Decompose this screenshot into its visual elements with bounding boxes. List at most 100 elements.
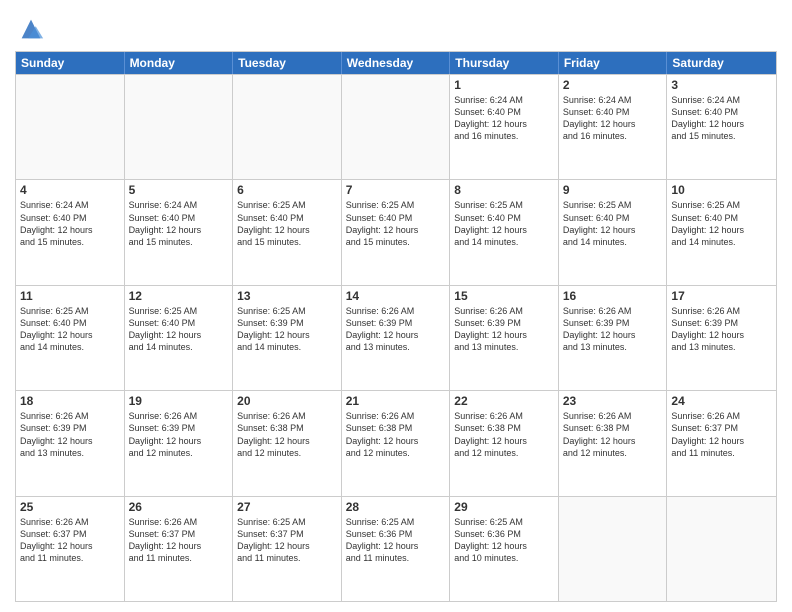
day-info: Sunrise: 6:26 AM Sunset: 6:39 PM Dayligh… [563, 305, 663, 354]
calendar-header-row: SundayMondayTuesdayWednesdayThursdayFrid… [16, 52, 776, 74]
day-number: 5 [129, 183, 229, 197]
day-number: 29 [454, 500, 554, 514]
day-number: 6 [237, 183, 337, 197]
day-info: Sunrise: 6:25 AM Sunset: 6:40 PM Dayligh… [454, 199, 554, 248]
day-number: 20 [237, 394, 337, 408]
day-number: 10 [671, 183, 772, 197]
day-info: Sunrise: 6:26 AM Sunset: 6:38 PM Dayligh… [454, 410, 554, 459]
day-number: 8 [454, 183, 554, 197]
day-info: Sunrise: 6:26 AM Sunset: 6:39 PM Dayligh… [671, 305, 772, 354]
calendar-cell-empty [559, 497, 668, 601]
calendar-cell: 16 Sunrise: 6:26 AM Sunset: 6:39 PM Dayli… [559, 286, 668, 390]
calendar-cell: 13 Sunrise: 6:25 AM Sunset: 6:39 PM Dayli… [233, 286, 342, 390]
day-number: 21 [346, 394, 446, 408]
calendar-cell: 19Sunrise: 6:26 AM Sunset: 6:39 PM Dayli… [125, 391, 234, 495]
calendar-cell: 4Sunrise: 6:24 AM Sunset: 6:40 PM Daylig… [16, 180, 125, 284]
calendar-cell-empty [667, 497, 776, 601]
day-number: 1 [454, 78, 554, 92]
calendar-cell: 21 Sunrise: 6:26 AM Sunset: 6:38 PM Dayli… [342, 391, 451, 495]
calendar-cell: 23 Sunrise: 6:26 AM Sunset: 6:38 PM Dayli… [559, 391, 668, 495]
calendar-header-cell: Tuesday [233, 52, 342, 74]
day-number: 9 [563, 183, 663, 197]
day-info: Sunrise: 6:26 AM Sunset: 6:37 PM Dayligh… [20, 516, 120, 565]
calendar-week-row: 18 Sunrise: 6:26 AM Sunset: 6:39 PM Dayli… [16, 390, 776, 495]
day-number: 22 [454, 394, 554, 408]
calendar-week-row: 1 Sunrise: 6:24 AM Sunset: 6:40 PM Daylig… [16, 74, 776, 179]
day-number: 26 [129, 500, 229, 514]
day-info: Sunrise: 6:24 AM Sunset: 6:40 PM Dayligh… [129, 199, 229, 248]
day-info: Sunrise: 6:26 AM Sunset: 6:38 PM Dayligh… [563, 410, 663, 459]
day-info: Sunrise: 6:25 AM Sunset: 6:40 PM Dayligh… [237, 199, 337, 248]
calendar-header-cell: Sunday [16, 52, 125, 74]
day-info: Sunrise: 6:26 AM Sunset: 6:39 PM Dayligh… [346, 305, 446, 354]
calendar-cell: 22 Sunrise: 6:26 AM Sunset: 6:38 PM Dayli… [450, 391, 559, 495]
day-number: 7 [346, 183, 446, 197]
day-info: Sunrise: 6:25 AM Sunset: 6:36 PM Dayligh… [346, 516, 446, 565]
calendar-cell: 9 Sunrise: 6:25 AM Sunset: 6:40 PM Daylig… [559, 180, 668, 284]
day-info: Sunrise: 6:25 AM Sunset: 6:36 PM Dayligh… [454, 516, 554, 565]
day-number: 25 [20, 500, 120, 514]
calendar-week-row: 11 Sunrise: 6:25 AM Sunset: 6:40 PM Dayli… [16, 285, 776, 390]
calendar-cell: 29 Sunrise: 6:25 AM Sunset: 6:36 PM Dayli… [450, 497, 559, 601]
calendar-header-cell: Friday [559, 52, 668, 74]
logo-icon [17, 15, 45, 43]
day-number: 16 [563, 289, 663, 303]
calendar-header-cell: Wednesday [342, 52, 451, 74]
calendar-cell: 14 Sunrise: 6:26 AM Sunset: 6:39 PM Dayli… [342, 286, 451, 390]
calendar-cell: 17Sunrise: 6:26 AM Sunset: 6:39 PM Dayli… [667, 286, 776, 390]
calendar-cell: 7 Sunrise: 6:25 AM Sunset: 6:40 PM Daylig… [342, 180, 451, 284]
calendar-cell: 15Sunrise: 6:26 AM Sunset: 6:39 PM Dayli… [450, 286, 559, 390]
day-info: Sunrise: 6:26 AM Sunset: 6:39 PM Dayligh… [20, 410, 120, 459]
day-number: 12 [129, 289, 229, 303]
day-info: Sunrise: 6:25 AM Sunset: 6:40 PM Dayligh… [671, 199, 772, 248]
calendar-cell: 2 Sunrise: 6:24 AM Sunset: 6:40 PM Daylig… [559, 75, 668, 179]
day-info: Sunrise: 6:25 AM Sunset: 6:40 PM Dayligh… [563, 199, 663, 248]
day-info: Sunrise: 6:25 AM Sunset: 6:39 PM Dayligh… [237, 305, 337, 354]
day-info: Sunrise: 6:26 AM Sunset: 6:39 PM Dayligh… [454, 305, 554, 354]
calendar-cell: 12 Sunrise: 6:25 AM Sunset: 6:40 PM Dayli… [125, 286, 234, 390]
day-info: Sunrise: 6:24 AM Sunset: 6:40 PM Dayligh… [563, 94, 663, 143]
calendar-cell: 11Sunrise: 6:25 AM Sunset: 6:40 PM Dayli… [16, 286, 125, 390]
day-info: Sunrise: 6:24 AM Sunset: 6:40 PM Dayligh… [671, 94, 772, 143]
calendar-cell: 28 Sunrise: 6:25 AM Sunset: 6:36 PM Dayli… [342, 497, 451, 601]
header [15, 15, 777, 43]
calendar-cell: 10 Sunrise: 6:25 AM Sunset: 6:40 PM Dayli… [667, 180, 776, 284]
day-info: Sunrise: 6:26 AM Sunset: 6:38 PM Dayligh… [346, 410, 446, 459]
calendar-cell: 18 Sunrise: 6:26 AM Sunset: 6:39 PM Dayli… [16, 391, 125, 495]
calendar-header-cell: Saturday [667, 52, 776, 74]
day-info: Sunrise: 6:25 AM Sunset: 6:37 PM Dayligh… [237, 516, 337, 565]
day-number: 28 [346, 500, 446, 514]
day-number: 14 [346, 289, 446, 303]
logo [15, 15, 45, 43]
day-info: Sunrise: 6:26 AM Sunset: 6:39 PM Dayligh… [129, 410, 229, 459]
calendar-cell-empty [16, 75, 125, 179]
calendar-cell-empty [233, 75, 342, 179]
day-number: 4 [20, 183, 120, 197]
day-number: 18 [20, 394, 120, 408]
day-info: Sunrise: 6:26 AM Sunset: 6:37 PM Dayligh… [129, 516, 229, 565]
day-number: 2 [563, 78, 663, 92]
day-info: Sunrise: 6:24 AM Sunset: 6:40 PM Dayligh… [454, 94, 554, 143]
day-number: 27 [237, 500, 337, 514]
calendar-cell: 8 Sunrise: 6:25 AM Sunset: 6:40 PM Daylig… [450, 180, 559, 284]
calendar-cell-empty [125, 75, 234, 179]
day-info: Sunrise: 6:25 AM Sunset: 6:40 PM Dayligh… [346, 199, 446, 248]
day-number: 13 [237, 289, 337, 303]
day-number: 24 [671, 394, 772, 408]
calendar-body: 1 Sunrise: 6:24 AM Sunset: 6:40 PM Daylig… [16, 74, 776, 601]
calendar-week-row: 25 Sunrise: 6:26 AM Sunset: 6:37 PM Dayli… [16, 496, 776, 601]
day-number: 11 [20, 289, 120, 303]
day-number: 23 [563, 394, 663, 408]
page: SundayMondayTuesdayWednesdayThursdayFrid… [0, 0, 792, 612]
calendar: SundayMondayTuesdayWednesdayThursdayFrid… [15, 51, 777, 602]
calendar-cell: 26 Sunrise: 6:26 AM Sunset: 6:37 PM Dayli… [125, 497, 234, 601]
day-info: Sunrise: 6:25 AM Sunset: 6:40 PM Dayligh… [129, 305, 229, 354]
calendar-cell: 3 Sunrise: 6:24 AM Sunset: 6:40 PM Daylig… [667, 75, 776, 179]
day-number: 3 [671, 78, 772, 92]
calendar-cell: 5 Sunrise: 6:24 AM Sunset: 6:40 PM Daylig… [125, 180, 234, 284]
calendar-cell: 27 Sunrise: 6:25 AM Sunset: 6:37 PM Dayli… [233, 497, 342, 601]
calendar-cell: 24Sunrise: 6:26 AM Sunset: 6:37 PM Dayli… [667, 391, 776, 495]
calendar-cell-empty [342, 75, 451, 179]
calendar-cell: 25 Sunrise: 6:26 AM Sunset: 6:37 PM Dayli… [16, 497, 125, 601]
calendar-header-cell: Monday [125, 52, 234, 74]
